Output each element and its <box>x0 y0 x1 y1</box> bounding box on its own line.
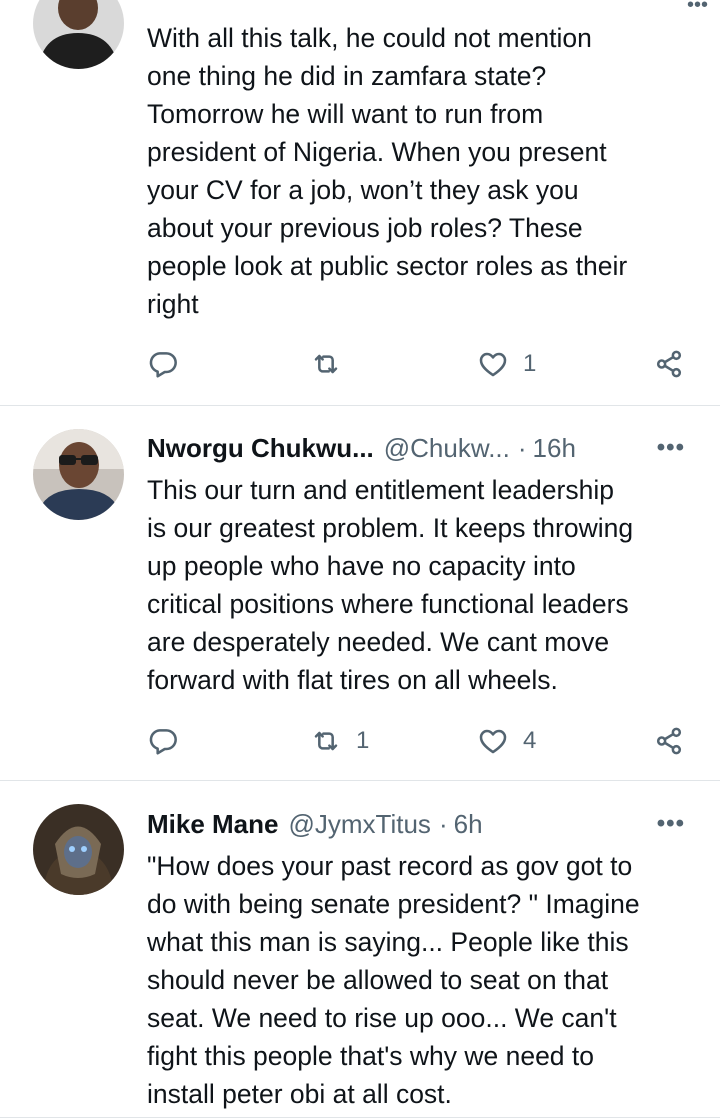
share-button[interactable] <box>653 719 685 763</box>
like-button[interactable]: 1 <box>477 342 536 386</box>
timestamp[interactable]: 6h <box>454 809 483 840</box>
heart-icon <box>479 352 507 377</box>
retweet-button[interactable]: 1 <box>310 719 369 763</box>
separator-dot: · <box>517 432 527 463</box>
divider <box>0 1117 720 1118</box>
avatar-image <box>33 0 124 69</box>
tweet-2[interactable]: Nworgu Chukwu... @Chukw... · 16h ••• Thi… <box>0 406 720 780</box>
avatar[interactable] <box>33 429 124 520</box>
more-icon[interactable]: ••• <box>657 434 685 462</box>
avatar[interactable] <box>33 0 124 69</box>
separator-dot: · <box>438 808 448 839</box>
share-button[interactable] <box>653 342 685 386</box>
tweet-1[interactable]: ••• With all this talk, he could not men… <box>0 0 720 405</box>
tweet-header: Mike Mane @JymxTitus · 6h ••• <box>147 804 690 844</box>
display-name[interactable]: Mike Mane <box>147 809 279 840</box>
user-handle[interactable]: @JymxTitus <box>289 809 431 840</box>
user-handle[interactable]: @Chukw... <box>384 433 510 464</box>
retweet-count: 1 <box>356 727 370 754</box>
reply-button[interactable] <box>147 719 193 763</box>
like-button[interactable]: 4 <box>477 719 536 763</box>
more-icon[interactable]: ••• <box>687 0 708 17</box>
more-icon[interactable]: ••• <box>657 810 685 838</box>
retweet-icon <box>314 731 338 751</box>
tweet-text: "How does your past record as gov got to… <box>147 851 640 1109</box>
tweet-header: Nworgu Chukwu... @Chukw... · 16h ••• <box>147 428 690 468</box>
retweet-button[interactable] <box>310 342 356 386</box>
avatar[interactable] <box>33 804 124 895</box>
tweet-text: This our turn and entitlement leadership… <box>147 475 634 695</box>
like-count: 1 <box>523 350 537 377</box>
heart-icon <box>479 729 507 754</box>
reply-icon <box>149 352 177 378</box>
tweet-actions: 1 4 <box>147 719 692 763</box>
display-name[interactable]: Nworgu Chukwu... <box>147 433 374 464</box>
tweet-text: With all this talk, he could not mention… <box>147 23 628 319</box>
share-icon <box>656 350 682 378</box>
timestamp[interactable]: 16h <box>533 433 576 464</box>
tweet-actions: 1 <box>147 342 692 386</box>
share-icon <box>656 727 682 755</box>
reply-icon <box>149 729 177 755</box>
avatar-image <box>33 804 124 895</box>
like-count: 4 <box>523 727 537 754</box>
retweet-icon <box>314 354 338 374</box>
reply-button[interactable] <box>147 342 193 386</box>
avatar-image <box>33 429 124 520</box>
tweet-3[interactable]: Mike Mane @JymxTitus · 6h ••• "How does … <box>0 781 720 1119</box>
